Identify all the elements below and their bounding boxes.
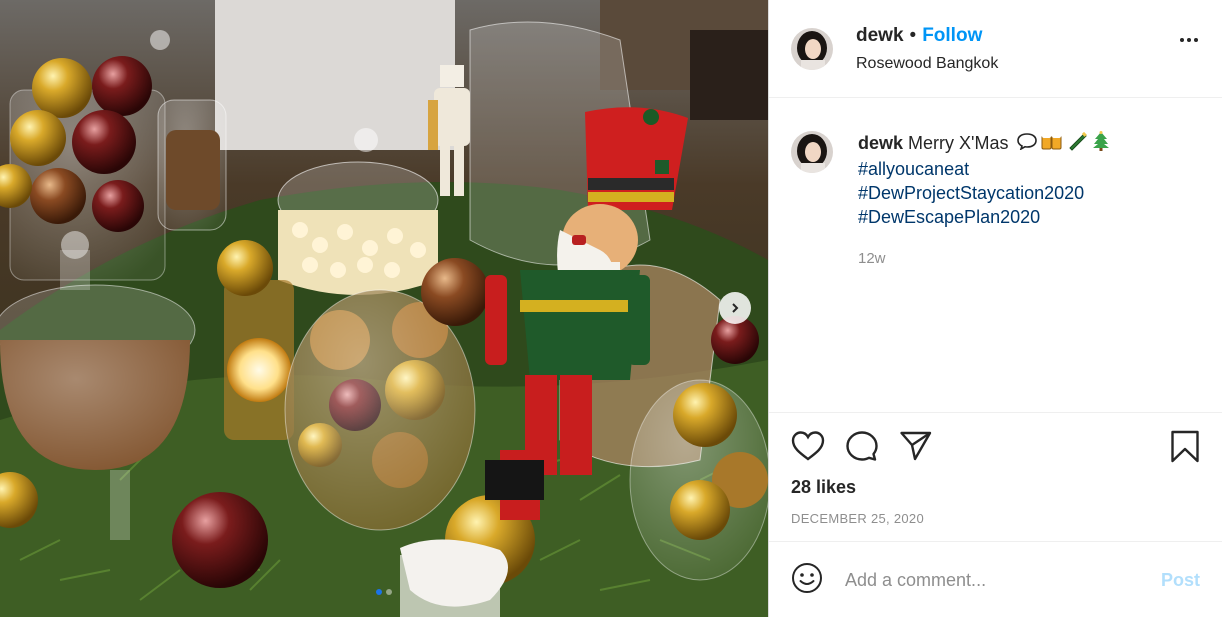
post-comment-button[interactable]: Post [1161, 570, 1200, 591]
comment-button[interactable] [845, 430, 879, 467]
carousel-indicator [0, 589, 768, 595]
carousel-next-button[interactable] [719, 292, 751, 324]
profile-picture [791, 27, 833, 70]
caption-username[interactable]: dewk [858, 133, 903, 153]
share-button[interactable] [899, 430, 933, 467]
christmas-tree-icon [1092, 131, 1110, 157]
separator-dot: • [909, 24, 917, 46]
post-frame: dewk • Follow Rosewood Bangkok dewk Merr… [0, 0, 1222, 617]
action-bar [791, 430, 1206, 463]
smiley-icon [792, 563, 822, 593]
post-header: dewk • Follow Rosewood Bangkok [769, 0, 1222, 98]
post-date: DECEMBER 25, 2020 [791, 511, 924, 526]
likes-count[interactable]: 28 likes [791, 477, 856, 498]
caption-text: Merry X'Mas [908, 133, 1009, 153]
paper-plane-icon [900, 431, 932, 461]
hashtag-link[interactable]: #allyoucaneat [858, 157, 1110, 181]
hashtag-link[interactable]: #DewProjectStaycation2020 [858, 181, 1110, 205]
champagne-icon [1067, 131, 1089, 157]
post-photo[interactable] [0, 0, 768, 617]
carousel-dot [386, 589, 392, 595]
action-section: 28 likes DECEMBER 25, 2020 Post [769, 412, 1222, 618]
post-details-panel: dewk • Follow Rosewood Bangkok dewk Merr… [768, 0, 1222, 617]
follow-button[interactable]: Follow [922, 25, 982, 47]
photo-image [0, 0, 768, 617]
hashtag-link[interactable]: #DewEscapePlan2020 [858, 205, 1110, 229]
header-username[interactable]: dewk [856, 25, 904, 47]
profile-picture [791, 131, 833, 173]
beer-mugs-icon [1040, 131, 1064, 157]
caption-timestamp: 12w [858, 250, 886, 268]
speech-bubble-icon [1016, 132, 1037, 156]
comment-input[interactable] [843, 569, 1147, 592]
heart-icon [791, 431, 825, 461]
comment-icon [846, 431, 878, 461]
caption-avatar[interactable] [791, 131, 833, 173]
avatar[interactable] [791, 27, 833, 70]
carousel-dot [376, 589, 382, 595]
emoji-picker-button[interactable] [791, 562, 823, 599]
like-button[interactable] [791, 430, 825, 467]
location-link[interactable]: Rosewood Bangkok [856, 55, 998, 73]
save-button[interactable] [1170, 430, 1200, 469]
chevron-right-icon [732, 303, 739, 313]
comment-bar: Post [769, 541, 1222, 619]
caption: dewk Merry X'Mas #allyoucaneat #DewProje… [769, 98, 1222, 271]
more-options-icon[interactable] [1180, 38, 1198, 42]
bookmark-icon [1171, 430, 1199, 463]
